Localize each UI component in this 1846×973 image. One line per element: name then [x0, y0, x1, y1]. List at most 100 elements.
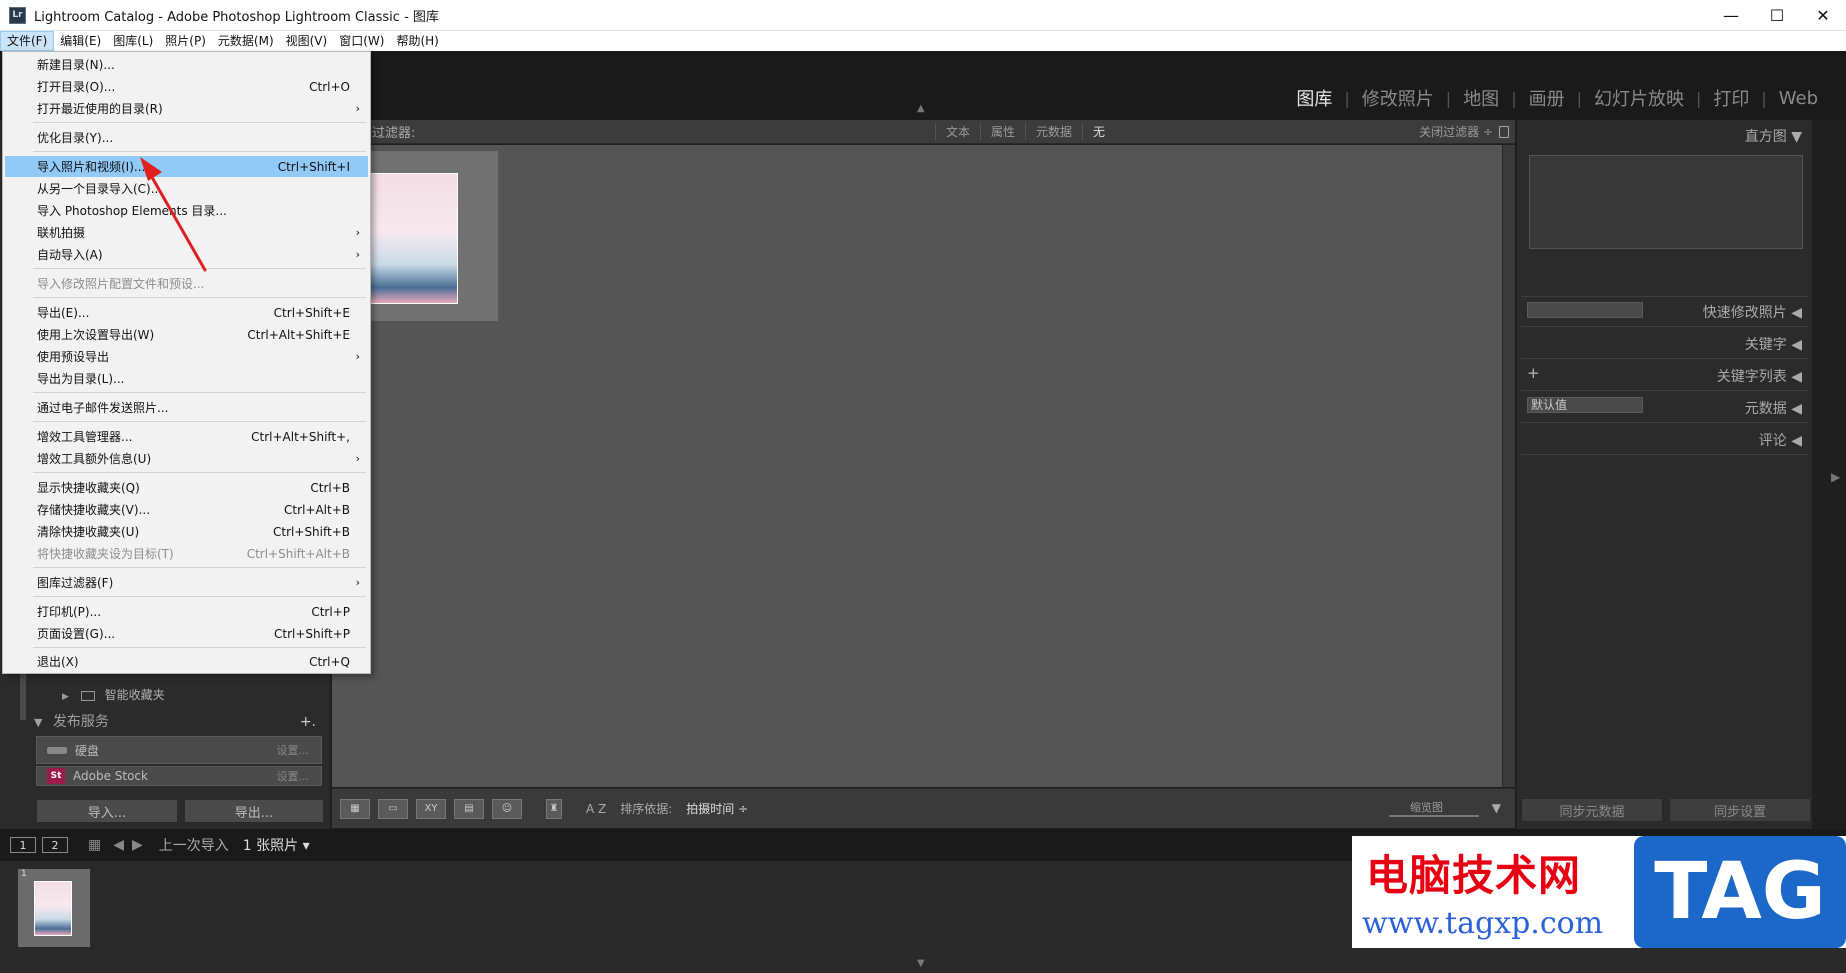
quick-develop-header[interactable]: 快速修改照片 ◀	[1703, 302, 1802, 322]
menu-show-quick-collection[interactable]: 显示快捷收藏夹(Q) Ctrl+B	[5, 477, 368, 498]
filmstrip-thumbnail[interactable]	[34, 881, 72, 936]
menu-export[interactable]: 导出(E)... Ctrl+Shift+E	[5, 302, 368, 323]
back-arrow-icon[interactable]: ◀	[113, 837, 124, 853]
import-button[interactable]: 导入...	[36, 799, 178, 823]
add-keyword-button[interactable]: +	[1527, 364, 1540, 382]
sync-settings-button[interactable]: 同步设置	[1669, 798, 1811, 822]
menu-print[interactable]: 打印机(P)... Ctrl+P	[5, 601, 368, 622]
histogram-header[interactable]: 直方图 ▼	[1745, 126, 1802, 146]
module-map[interactable]: 地图	[1451, 85, 1511, 111]
menu-item-label: 清除快捷收藏夹(U)	[37, 525, 140, 539]
export-button[interactable]: 导出...	[184, 799, 324, 823]
menu-item-label: 退出(X)	[37, 655, 79, 669]
filter-metadata[interactable]: 元数据	[1024, 123, 1082, 140]
menu-export-with-preset[interactable]: 使用预设导出 ›	[5, 346, 368, 367]
module-print[interactable]: 打印	[1701, 85, 1761, 111]
menu-metadata[interactable]: 元数据(M)	[212, 31, 280, 51]
menu-tethered-capture[interactable]: 联机拍摄 ›	[5, 222, 368, 243]
menu-exit[interactable]: 退出(X) Ctrl+Q	[5, 651, 368, 672]
menu-export-as-catalog[interactable]: 导出为目录(L)...	[5, 368, 368, 389]
main-window-button[interactable]: 1	[10, 837, 36, 853]
filter-text[interactable]: 文本	[934, 123, 980, 140]
lock-icon[interactable]	[1499, 125, 1509, 138]
forward-arrow-icon[interactable]: ▶	[132, 837, 143, 853]
saved-preset-dropdown[interactable]	[1527, 302, 1643, 318]
publish-service-hard-drive[interactable]: 硬盘 设置...	[36, 736, 322, 764]
keyword-list-header[interactable]: 关键字列表 ◀	[1717, 366, 1802, 386]
menu-export-previous[interactable]: 使用上次设置导出(W) Ctrl+Alt+Shift+E	[5, 324, 368, 345]
filter-attribute[interactable]: 属性	[979, 123, 1025, 140]
menu-open-recent[interactable]: 打开最近使用的目录(R) ›	[5, 98, 368, 119]
survey-view-icon[interactable]: ▤	[454, 798, 484, 819]
sync-metadata-button[interactable]: 同步元数据	[1521, 798, 1663, 822]
metadata-preset-dropdown[interactable]: 默认值	[1527, 397, 1643, 413]
menu-optimize-catalog[interactable]: 优化目录(Y)...	[5, 127, 368, 148]
menu-item-label: 导出为目录(L)...	[37, 372, 125, 386]
metadata-header[interactable]: 元数据 ◀	[1745, 398, 1802, 418]
toolbar-content-dropdown-icon[interactable]: ▼	[1492, 801, 1501, 815]
menu-new-catalog[interactable]: 新建目录(N)...	[5, 54, 368, 75]
menu-library[interactable]: 图库(L)	[107, 31, 159, 51]
menu-import-from-catalog[interactable]: 从另一个目录导入(C)...	[5, 178, 368, 199]
collapse-filmstrip-icon[interactable]: ▼	[917, 958, 925, 969]
publish-service-name: Adobe Stock	[73, 769, 148, 783]
menu-save-quick-collection[interactable]: 存储快捷收藏夹(V)... Ctrl+Alt+B	[5, 499, 368, 520]
expand-right-panel-icon[interactable]: ▶	[1831, 470, 1840, 484]
menu-auto-import[interactable]: 自动导入(A) ›	[5, 244, 368, 265]
menu-clear-quick-collection[interactable]: 清除快捷收藏夹(U) Ctrl+Shift+B	[5, 521, 368, 542]
module-book[interactable]: 画册	[1517, 85, 1577, 111]
module-develop[interactable]: 修改照片	[1350, 85, 1446, 111]
thumbnail-size-slider[interactable]	[1389, 815, 1479, 817]
publish-service-settings[interactable]: 设置...	[277, 768, 310, 784]
menu-plugin-manager[interactable]: 增效工具管理器... Ctrl+Alt+Shift+,	[5, 426, 368, 447]
menu-window[interactable]: 窗口(W)	[333, 31, 390, 51]
filter-none[interactable]: 无	[1081, 123, 1115, 140]
module-web[interactable]: Web	[1767, 88, 1830, 109]
grid-scrollbar[interactable]	[1502, 145, 1515, 787]
menu-email-photos[interactable]: 通过电子邮件发送照片...	[5, 397, 368, 418]
sort-dropdown[interactable]: 拍摄时间 ÷	[686, 800, 748, 817]
publish-services-header[interactable]: ▼ 发布服务 +.	[34, 709, 324, 735]
secondary-window-button[interactable]: 2	[42, 837, 68, 853]
publish-service-settings[interactable]: 设置...	[277, 742, 310, 758]
library-toolbar: ▦ ▭ XY ▤ ☺ ♜ A Z 排序依据: 拍摄时间 ÷ 缩览图 ▼	[332, 788, 1515, 828]
keywording-header[interactable]: 关键字 ◀	[1745, 334, 1802, 354]
collapse-top-panel-icon[interactable]: ▲	[917, 103, 925, 114]
menu-plugin-extras[interactable]: 增效工具额外信息(U) ›	[5, 448, 368, 469]
menu-help[interactable]: 帮助(H)	[390, 31, 444, 51]
minimize-button[interactable]: —	[1708, 0, 1754, 31]
publish-service-adobe-stock[interactable]: St Adobe Stock 设置...	[36, 766, 322, 786]
menu-library-filters[interactable]: 图库过滤器(F) ›	[5, 572, 368, 593]
right-edge	[1812, 120, 1846, 829]
comments-header[interactable]: 评论 ◀	[1759, 430, 1802, 450]
menu-import-photos[interactable]: 导入照片和视频(I)... Ctrl+Shift+I	[5, 156, 368, 177]
sort-direction-icon[interactable]: A Z	[586, 802, 606, 816]
keyword-list-label: 关键字列表	[1716, 369, 1787, 385]
menu-page-setup[interactable]: 页面设置(G)... Ctrl+Shift+P	[5, 623, 368, 644]
filter-presets-dropdown[interactable]: 关闭过滤器 ÷	[1419, 123, 1493, 140]
smart-collections-item[interactable]: ▶ 智能收藏夹	[62, 686, 352, 703]
expand-triangle-icon[interactable]: ▶	[62, 692, 69, 702]
add-publish-service-button[interactable]: +.	[300, 709, 316, 735]
module-library[interactable]: 图库	[1284, 85, 1344, 111]
people-view-icon[interactable]: ☺	[492, 798, 522, 819]
menu-view[interactable]: 视图(V)	[280, 31, 334, 51]
compare-view-icon[interactable]: XY	[416, 798, 446, 819]
menu-open-catalog[interactable]: 打开目录(O)... Ctrl+O	[5, 76, 368, 97]
module-slideshow[interactable]: 幻灯片放映	[1582, 85, 1696, 111]
photo-thumbnail[interactable]	[368, 173, 458, 304]
close-button[interactable]: ✕	[1800, 0, 1846, 31]
loupe-view-icon[interactable]: ▭	[378, 798, 408, 819]
filmstrip-source[interactable]: 上一次导入	[159, 835, 229, 855]
maximize-button[interactable]: ☐	[1754, 0, 1800, 31]
filmstrip-cell[interactable]: 1	[18, 869, 90, 947]
menu-file[interactable]: 文件(F)	[0, 31, 55, 51]
menu-photo[interactable]: 照片(P)	[159, 31, 212, 51]
grid-icon[interactable]: ▦	[88, 837, 101, 853]
filmstrip-photo-count[interactable]: 1 张照片 ▾	[243, 835, 310, 855]
menu-edit[interactable]: 编辑(E)	[54, 31, 107, 51]
painter-icon[interactable]: ♜	[546, 798, 562, 819]
menu-import-elements-catalog[interactable]: 导入 Photoshop Elements 目录...	[5, 200, 368, 221]
grid-view-icon[interactable]: ▦	[340, 798, 370, 819]
menu-item-label: 增效工具管理器...	[37, 430, 133, 444]
